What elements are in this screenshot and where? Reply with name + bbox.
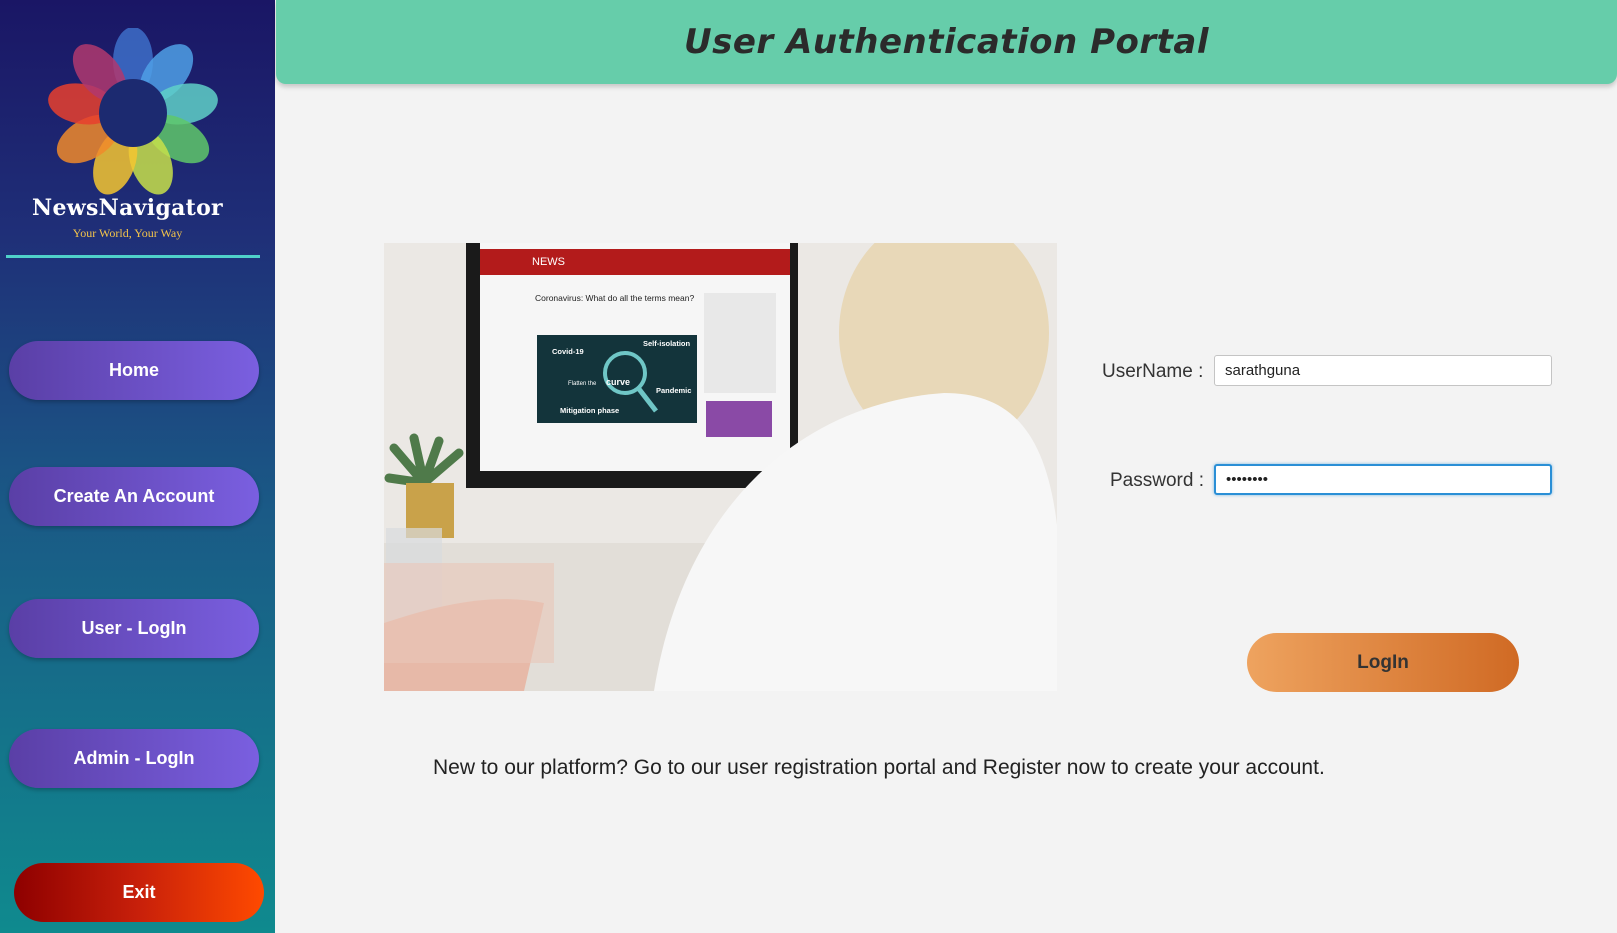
admin-login-button[interactable]: Admin - LogIn — [9, 729, 259, 788]
page-title: User Authentication Portal — [684, 22, 1209, 62]
infographic-self-isolation: Self-isolation — [643, 339, 691, 348]
infographic-curve: curve — [606, 377, 630, 387]
infographic-flatten: Flatten the — [568, 381, 597, 387]
infographic-mitigation: Mitigation phase — [560, 406, 619, 415]
username-label: UserName : — [1102, 361, 1204, 382]
create-account-button[interactable]: Create An Account — [9, 467, 259, 526]
username-input[interactable] — [1214, 355, 1552, 386]
infographic-pandemic: Pandemic — [656, 386, 691, 395]
news-reader-photo: NEWS Coronavirus: What do all the terms … — [384, 243, 1057, 691]
password-input[interactable] — [1214, 464, 1552, 495]
brand-name: NewsNavigator — [32, 195, 223, 221]
page-header: User Authentication Portal — [276, 0, 1617, 84]
password-label: Password : — [1110, 470, 1204, 491]
photo-illustration: NEWS Coronavirus: What do all the terms … — [384, 243, 1057, 691]
sidebar: NewsNavigator Your World, Your Way Home … — [0, 0, 275, 933]
home-button[interactable]: Home — [9, 341, 259, 400]
registration-note: New to our platform? Go to our user regi… — [433, 756, 1325, 779]
logo-flower-icon — [47, 28, 218, 195]
screen-headline: Coronavirus: What do all the terms mean? — [535, 293, 694, 303]
login-button[interactable]: LogIn — [1247, 633, 1519, 692]
exit-button[interactable]: Exit — [14, 863, 264, 922]
brand-tagline: Your World, Your Way — [72, 226, 183, 240]
sidebar-divider — [6, 255, 260, 258]
infographic-covid: Covid-19 — [552, 347, 584, 356]
screen-news-label: NEWS — [532, 256, 565, 268]
user-login-button[interactable]: User - LogIn — [9, 599, 259, 658]
